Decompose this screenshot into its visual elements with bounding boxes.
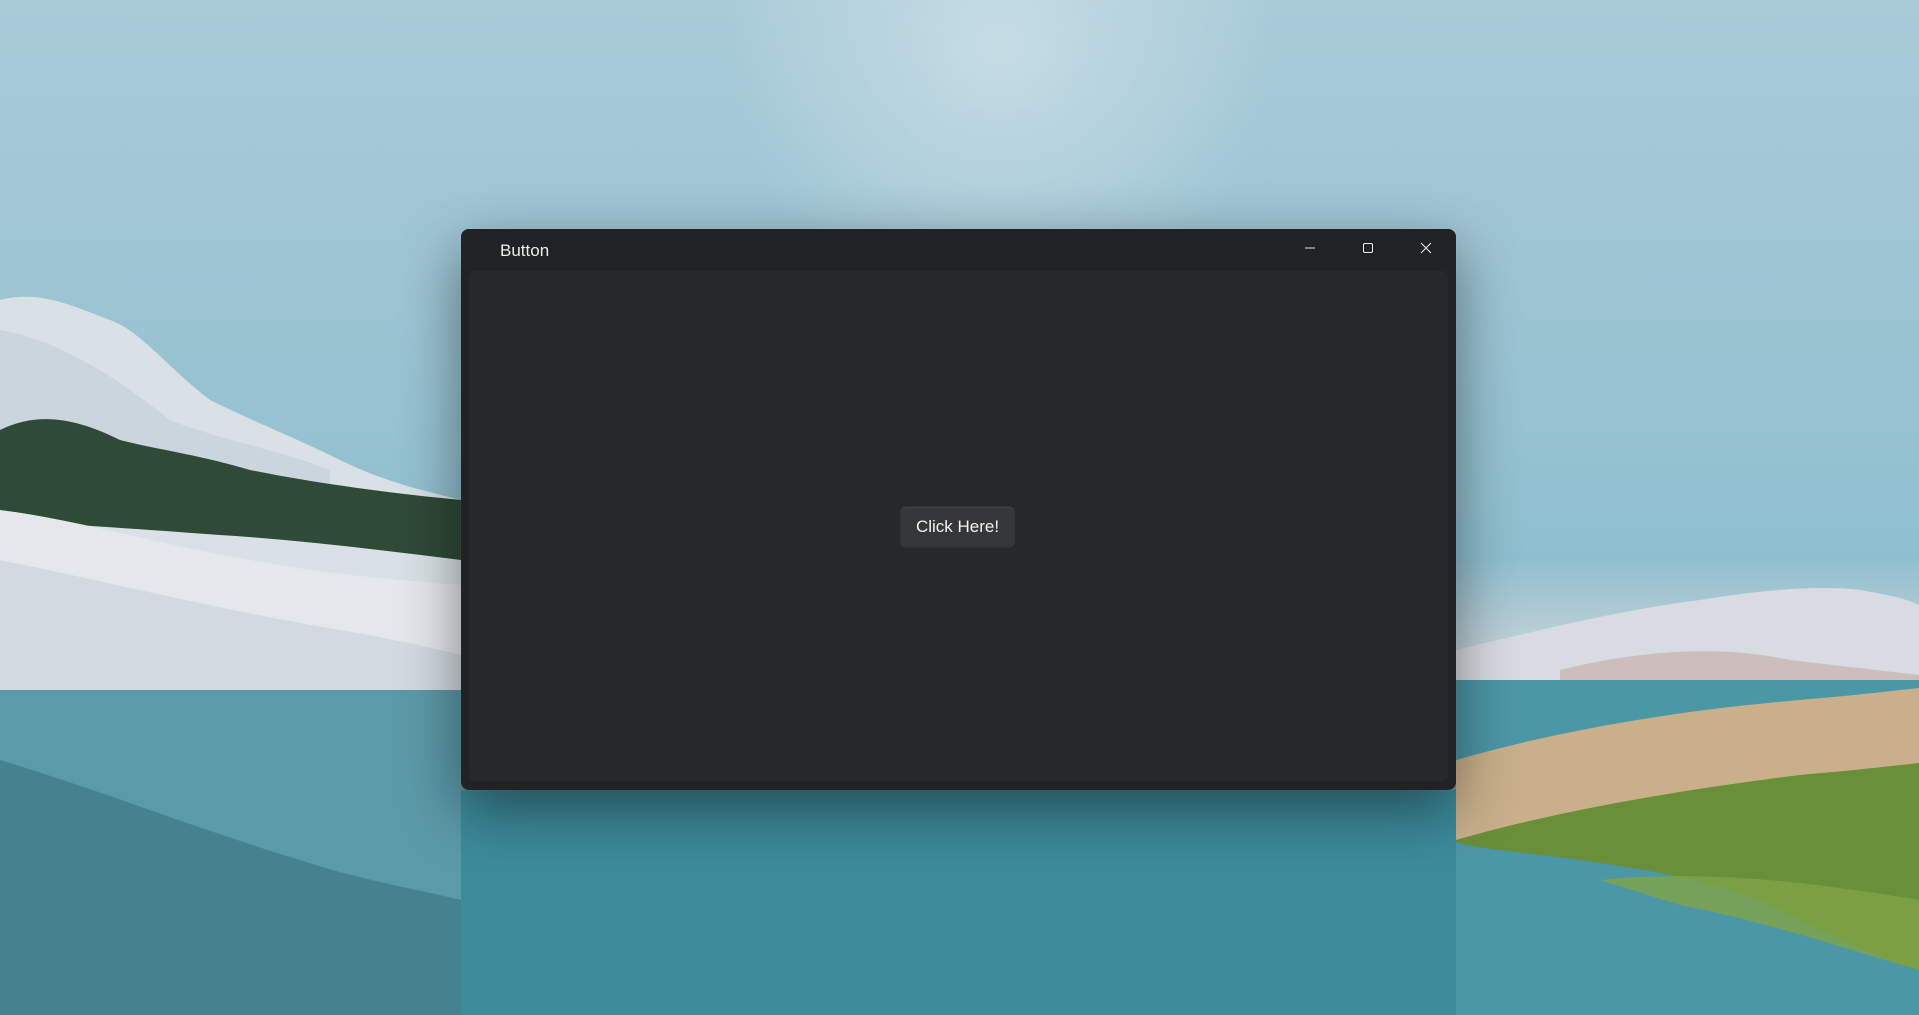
content-area: Click Here! bbox=[469, 271, 1448, 781]
minimize-icon bbox=[1305, 247, 1315, 249]
close-icon bbox=[1420, 242, 1432, 254]
close-button[interactable] bbox=[1397, 229, 1455, 267]
app-window: Button Click Here! bbox=[461, 229, 1456, 790]
desktop-wallpaper: Button Click Here! bbox=[0, 0, 1919, 1015]
click-here-button[interactable]: Click Here! bbox=[901, 507, 1014, 547]
title-bar[interactable]: Button bbox=[461, 229, 1456, 271]
minimize-button[interactable] bbox=[1281, 229, 1339, 267]
water-center bbox=[461, 790, 1456, 1015]
window-title: Button bbox=[500, 241, 550, 260]
maximize-button[interactable] bbox=[1339, 229, 1397, 267]
maximize-icon bbox=[1363, 243, 1373, 253]
